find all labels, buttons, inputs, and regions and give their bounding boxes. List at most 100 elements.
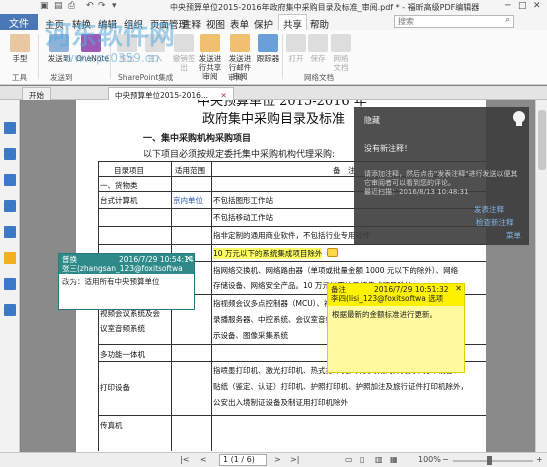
- bookmark-icon[interactable]: [4, 122, 16, 134]
- save-doc-button[interactable]: 保存: [308, 34, 328, 63]
- tracker-label: 跟踪器: [256, 54, 280, 63]
- tab-comment[interactable]: 注释: [182, 17, 201, 31]
- open-doc-button[interactable]: 打开: [286, 34, 306, 63]
- tracker-button[interactable]: 跟踪器: [256, 34, 280, 63]
- tab-help[interactable]: 帮助: [310, 17, 329, 31]
- save-icon[interactable]: ▣: [40, 1, 49, 11]
- facing-view-icon[interactable]: ▥: [375, 455, 383, 464]
- separator: [282, 34, 283, 79]
- search-icon[interactable]: ⌕: [505, 15, 510, 25]
- last-page-button[interactable]: >|: [290, 455, 299, 464]
- group-label-review: 审阅: [228, 73, 243, 82]
- publish-comments-link[interactable]: 发表注释: [474, 204, 504, 215]
- web-doc-icon: [331, 34, 351, 52]
- table-cell: 示设备、图像采集系统: [213, 331, 288, 340]
- comment-options[interactable]: 选项: [428, 294, 443, 303]
- page-number-input[interactable]: 1 (1 / 6): [219, 454, 267, 466]
- security-icon[interactable]: [4, 252, 16, 264]
- shared-review-icon: [200, 34, 220, 52]
- table-cell: 指非定制的通用商业软件，不包括行业专用软件: [213, 231, 371, 240]
- comment-author: 张三(zhangsan_123@foxitsoftwa: [62, 264, 183, 273]
- open-icon[interactable]: ▤: [54, 1, 63, 11]
- comment-kind: 备注: [331, 285, 346, 294]
- redo-icon[interactable]: ↷: [98, 1, 106, 11]
- comment-popup-lisi[interactable]: 备注 2016/7/29 10:51:32 ✕ 李四(lisi_123@foxi…: [327, 283, 465, 373]
- print-icon[interactable]: ⎙: [68, 1, 75, 11]
- tab-view[interactable]: 视图: [206, 17, 225, 31]
- first-page-button[interactable]: |<: [180, 455, 189, 464]
- quick-access-dropdown-icon[interactable]: ▾: [112, 1, 117, 11]
- tags-icon[interactable]: [4, 304, 16, 316]
- table-header: 备 注: [333, 166, 356, 175]
- table-cell: 议室音频系统: [100, 324, 145, 333]
- shared-review-button[interactable]: 发送进行共享审阅: [196, 34, 224, 81]
- doc-tab-current-label: 中央预算单位2015-2016...: [115, 91, 209, 100]
- vertical-scrollbar[interactable]: [535, 100, 547, 452]
- check-new-comments-link[interactable]: 检查新注释: [476, 217, 514, 228]
- close-button[interactable]: ✕: [533, 1, 541, 11]
- lightbulb-icon: [513, 111, 525, 126]
- doc-tab-current[interactable]: 中央预算单位2015-2016... ✕: [108, 87, 234, 100]
- comments-icon[interactable]: [4, 200, 16, 212]
- watermark-url: www.pc0359.cn: [64, 51, 159, 65]
- pages-icon[interactable]: [4, 148, 16, 160]
- tab-form[interactable]: 表单: [230, 17, 249, 31]
- comment-date: 2016/7/29 10:51:32: [374, 285, 449, 294]
- zoom-out-icon[interactable]: −: [442, 455, 449, 464]
- comment-popup-header[interactable]: 普换 2016/7/29 10:54:14 ✕ 张三(zhangsan_123@…: [59, 254, 194, 282]
- no-new-comments-text: 没有新注释！: [364, 144, 412, 153]
- separator: [38, 34, 39, 79]
- attachments-icon[interactable]: [4, 226, 16, 238]
- close-tab-icon[interactable]: ✕: [220, 91, 226, 100]
- comment-marker-icon[interactable]: [327, 248, 338, 257]
- panel-last-scan: 最近扫描：2016/8/13 10:48:31: [364, 188, 469, 196]
- undo-icon[interactable]: ↶: [86, 1, 94, 11]
- table-cell: 台式计算机: [100, 196, 138, 205]
- table-header: 适用范围: [175, 166, 205, 175]
- document-tab-bar: 开始 中央预算单位2015-2016... ✕: [0, 86, 547, 100]
- close-icon[interactable]: ✕: [185, 254, 192, 263]
- signatures-icon[interactable]: [4, 278, 16, 290]
- comment-body[interactable]: 改为：适用所有中央预算单位: [59, 274, 194, 309]
- hand-tool-label: 手型: [12, 54, 28, 63]
- zoom-in-icon[interactable]: +: [536, 455, 543, 464]
- tracker-icon: [258, 34, 278, 52]
- section-heading: 一、集中采购机构采购项目: [143, 134, 252, 144]
- next-page-button[interactable]: >: [274, 455, 281, 464]
- table-cell: 传真机: [100, 421, 123, 430]
- zoom-slider[interactable]: [453, 460, 533, 462]
- hand-tool-button[interactable]: 手型: [8, 34, 32, 63]
- minimize-button[interactable]: ─: [505, 1, 510, 11]
- comment-body[interactable]: 根据最新的金额标准进行更新。: [328, 306, 464, 323]
- panel-hide-button[interactable]: 隐藏: [364, 115, 380, 126]
- continuous-view-icon[interactable]: ▯: [360, 455, 364, 464]
- panel-info-text: 请添加注释，然后点击"发表注释"进行发送以便其它审阅者可以看到您的评论。 最近扫…: [364, 170, 524, 197]
- group-label-tools: 工具: [12, 73, 27, 82]
- table-border: [211, 161, 212, 451]
- prev-page-button[interactable]: <: [200, 455, 207, 464]
- highlighted-text[interactable]: 10 万元以下的系统集成项目除外: [213, 248, 323, 259]
- facing-continuous-view-icon[interactable]: ▦: [390, 455, 398, 464]
- comment-popup-zhangsan[interactable]: 普换 2016/7/29 10:54:14 ✕ 张三(zhangsan_123@…: [58, 253, 195, 310]
- watermark-logo: 河东软件网: [45, 21, 176, 51]
- comment-options[interactable]: 选项: [62, 273, 77, 282]
- single-page-view-icon[interactable]: ▭: [345, 455, 353, 464]
- comment-date: 2016/7/29 10:54:14: [119, 255, 194, 264]
- zoom-level[interactable]: 100%: [418, 455, 441, 464]
- left-navigation-panel: [0, 100, 20, 452]
- tab-share[interactable]: 共享: [278, 14, 308, 31]
- web-doc-button[interactable]: 网络文档: [330, 34, 352, 72]
- panel-menu-link[interactable]: 菜单: [506, 230, 521, 241]
- doc-tab-start[interactable]: 开始: [22, 87, 51, 100]
- tab-protect[interactable]: 保护: [254, 17, 273, 31]
- review-comment-panel: 隐藏 没有新注释！ 请添加注释，然后点击"发表注释"进行发送以便其它审阅者可以看…: [354, 107, 529, 245]
- maximize-button[interactable]: □: [518, 1, 527, 11]
- table-cell: 多功能一体机: [100, 350, 145, 359]
- close-icon[interactable]: ✕: [455, 284, 462, 293]
- scrollbar-thumb[interactable]: [538, 110, 546, 170]
- layers-icon[interactable]: [4, 174, 16, 186]
- comment-popup-header[interactable]: 备注 2016/7/29 10:51:32 ✕ 李四(lisi_123@foxi…: [328, 284, 464, 306]
- search-input[interactable]: 搜索: [394, 15, 514, 28]
- zoom-slider-thumb[interactable]: [487, 456, 492, 465]
- table-cell: 打印设备: [100, 383, 130, 392]
